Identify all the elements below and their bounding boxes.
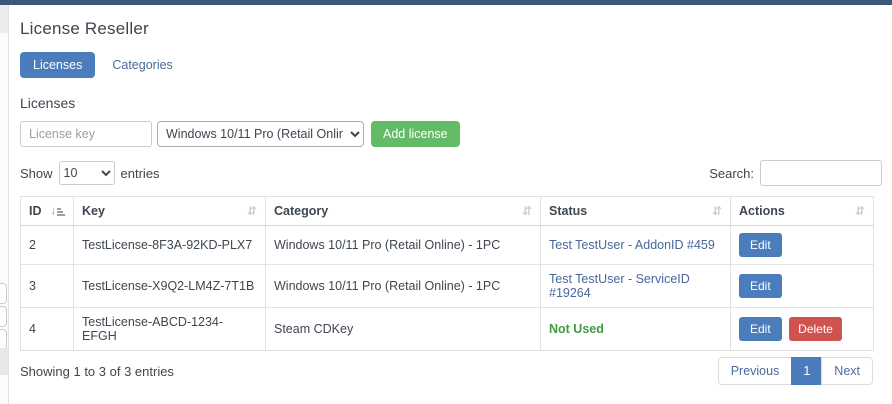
search-input[interactable] <box>760 160 882 186</box>
cell-key: TestLicense-ABCD-1234-EFGH <box>74 308 266 351</box>
column-header-category[interactable]: Category ⇵ <box>266 197 541 226</box>
left-panel-edge <box>0 5 9 404</box>
cell-status: Test TestUser - ServiceID #19264 <box>541 265 731 308</box>
cell-category: Steam CDKey <box>266 308 541 351</box>
pagination-next[interactable]: Next <box>821 357 873 385</box>
table-row: 3 TestLicense-X9Q2-LM4Z-7T1B Windows 10/… <box>21 265 874 308</box>
tab-categories[interactable]: Categories <box>112 58 172 72</box>
left-panel-gray-top <box>0 5 8 33</box>
cell-id: 2 <box>21 226 74 265</box>
section-heading: Licenses <box>20 95 882 111</box>
column-header-status[interactable]: Status ⇵ <box>541 197 731 226</box>
cell-key: TestLicense-8F3A-92KD-PLX7 <box>74 226 266 265</box>
delete-button[interactable]: Delete <box>789 317 842 341</box>
cell-id: 3 <box>21 265 74 308</box>
status-link[interactable]: Test TestUser - AddonID #459 <box>549 238 715 252</box>
sort-icon: ⇵ <box>247 205 257 217</box>
main-content: License Reseller Licenses Categories Lic… <box>9 5 892 404</box>
sort-ascending-icon: ↓ <box>51 206 66 217</box>
pagination-previous[interactable]: Previous <box>718 357 793 385</box>
table-controls: Show 10 entries Search: <box>20 160 882 186</box>
category-select[interactable]: Windows 10/11 Pro (Retail Online) - 1PC <box>157 121 364 147</box>
tab-licenses[interactable]: Licenses <box>20 52 95 78</box>
column-header-id[interactable]: ID ↓ <box>21 197 74 226</box>
table-row: 4 TestLicense-ABCD-1234-EFGH Steam CDKey… <box>21 308 874 351</box>
cell-category: Windows 10/11 Pro (Retail Online) - 1PC <box>266 226 541 265</box>
add-license-form: Windows 10/11 Pro (Retail Online) - 1PC … <box>20 121 882 147</box>
cell-id: 4 <box>21 308 74 351</box>
pagination-page-1[interactable]: 1 <box>791 357 822 385</box>
cell-status: Not Used <box>541 308 731 351</box>
column-header-key[interactable]: Key ⇵ <box>74 197 266 226</box>
search-label: Search: <box>709 166 754 181</box>
pagination: Previous 1 Next <box>718 355 873 385</box>
licenses-table: ID ↓ Key ⇵ Category ⇵ <box>20 196 874 351</box>
left-panel-cutoff-box <box>0 306 7 327</box>
cell-status: Test TestUser - AddonID #459 <box>541 226 731 265</box>
cell-actions: Edit <box>731 226 874 265</box>
table-footer: Showing 1 to 3 of 3 entries Previous 1 N… <box>20 355 873 385</box>
license-key-input[interactable] <box>20 121 152 147</box>
table-info: Showing 1 to 3 of 3 entries <box>20 355 174 379</box>
table-header-row: ID ↓ Key ⇵ Category ⇵ <box>21 197 874 226</box>
status-link[interactable]: Test TestUser - ServiceID #19264 <box>549 272 690 300</box>
add-license-button[interactable]: Add license <box>371 121 460 147</box>
sort-icon: ⇵ <box>712 205 722 217</box>
entries-label: entries <box>121 166 160 181</box>
page-title: License Reseller <box>20 19 882 39</box>
status-not-used: Not Used <box>549 322 604 336</box>
edit-button[interactable]: Edit <box>739 233 782 257</box>
sort-icon: ⇵ <box>522 205 532 217</box>
cell-category: Windows 10/11 Pro (Retail Online) - 1PC <box>266 265 541 308</box>
table-row: 2 TestLicense-8F3A-92KD-PLX7 Windows 10/… <box>21 226 874 265</box>
edit-button[interactable]: Edit <box>739 317 782 341</box>
left-panel-cutoff-box <box>0 283 7 304</box>
search-control: Search: <box>709 160 882 186</box>
sort-icon: ⇵ <box>855 205 865 217</box>
tab-bar: Licenses Categories <box>20 52 882 78</box>
cell-key: TestLicense-X9Q2-LM4Z-7T1B <box>74 265 266 308</box>
left-panel-cutoff-box <box>0 329 7 350</box>
edit-button[interactable]: Edit <box>739 274 782 298</box>
page-length-select[interactable]: 10 <box>59 161 115 185</box>
cell-actions: Edit Delete <box>731 308 874 351</box>
left-panel-gray-block <box>0 348 8 375</box>
column-header-actions[interactable]: Actions ⇵ <box>731 197 874 226</box>
show-label: Show <box>20 166 53 181</box>
cell-actions: Edit <box>731 265 874 308</box>
page-length-control: Show 10 entries <box>20 161 160 185</box>
